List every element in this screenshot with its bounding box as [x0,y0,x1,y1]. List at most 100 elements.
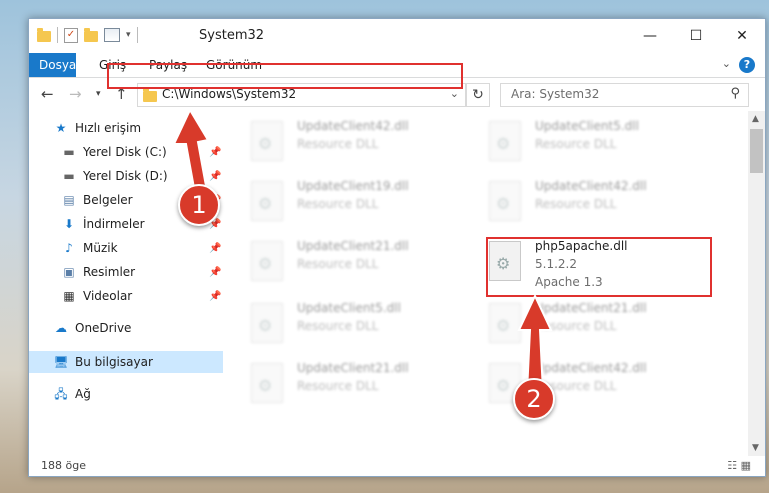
sidebar-item-quick-access[interactable]: ★ Hızlı erişim [53,117,141,139]
minimize-button[interactable]: — [627,19,673,53]
file-description: Resource DLL [297,379,379,393]
dll-file-icon [251,121,283,161]
cloud-icon: ☁ [55,321,67,335]
sidebar-item-pictures[interactable]: ▣ Resimler [61,261,135,283]
scroll-thumb[interactable] [750,129,763,173]
status-bar: 188 öge ☷ ▦ [29,456,765,476]
callout-badge-1: 1 [178,184,220,226]
drive-icon: ▬ [63,169,75,183]
search-icon: ⚲ [730,86,740,101]
sidebar-item-music[interactable]: ♪ Müzik [61,237,118,259]
quick-access-toolbar: ✓ ▾ [37,27,138,43]
dll-file-icon [251,303,283,343]
scroll-up-icon[interactable]: ▲ [752,114,759,124]
maximize-button[interactable]: ☐ [673,19,719,53]
file-description: Resource DLL [297,137,379,151]
file-item[interactable]: UpdateClient19.dll Resource DLL [251,179,471,229]
sidebar-item-label: Belgeler [83,193,133,207]
file-item[interactable]: UpdateClient42.dll Resource DLL [251,119,471,169]
file-item[interactable]: UpdateClient5.dll Resource DLL [489,119,709,169]
file-description: Resource DLL [297,257,379,271]
documents-icon: ▤ [63,193,75,207]
sidebar-item-label: OneDrive [75,321,132,335]
file-description: Resource DLL [535,137,617,151]
drive-icon: ▬ [63,145,75,159]
scroll-down-icon[interactable]: ▼ [752,443,759,453]
file-name: UpdateClient21.dll [297,239,409,253]
folder-icon [143,88,157,102]
sidebar-item-label: Bu bilgisayar [75,355,153,369]
pin-icon: 📌 [209,267,222,278]
videos-icon: ▦ [63,289,75,303]
tab-file[interactable]: Dosya [29,53,76,77]
vertical-scrollbar[interactable]: ▲ ▼ [748,111,765,456]
view-toggle-icons[interactable]: ☷ ▦ [727,459,751,472]
close-button[interactable]: ✕ [719,19,765,53]
search-input[interactable]: Ara: System32 ⚲ [500,83,749,107]
file-highlight-box [486,237,712,297]
sidebar-item-label: Yerel Disk (D:) [83,169,168,183]
callout-badge-2: 2 [513,378,555,420]
sidebar-item-local-disk-c[interactable]: ▬ Yerel Disk (C:) [61,141,167,163]
file-description: Resource DLL [297,319,379,333]
separator [57,27,58,43]
customize-dropdown-icon[interactable]: ▾ [126,30,131,40]
file-description: Resource DLL [297,197,379,211]
sidebar-item-label: Müzik [83,241,118,255]
dll-file-icon [489,181,521,221]
star-icon: ★ [55,121,67,135]
computer-icon: 🖥 [53,355,69,369]
sidebar-item-documents[interactable]: ▤ Belgeler [61,189,133,211]
file-item[interactable]: UpdateClient42.dll Resource DLL [489,179,709,229]
file-name: UpdateClient42.dll [535,179,647,193]
file-name: UpdateClient19.dll [297,179,409,193]
sidebar-item-videos[interactable]: ▦ Videolar [61,285,132,307]
sidebar-item-label: Videolar [83,289,133,303]
sidebar-item-onedrive[interactable]: ☁ OneDrive [53,317,131,339]
recent-locations-icon[interactable]: ▾ [96,89,101,99]
folder-icon [37,27,51,42]
dll-file-icon [251,363,283,403]
file-item[interactable]: UpdateClient5.dll Resource DLL [251,301,471,351]
pin-icon: 📌 [209,243,222,254]
network-icon: 🖧 [54,387,68,401]
sidebar-item-network[interactable]: 🖧 Ağ [53,383,91,405]
forward-arrow-icon[interactable]: → [69,85,82,103]
expand-ribbon-icon[interactable]: ⌄ [722,57,731,70]
sidebar-item-label: İndirmeler [83,217,145,231]
pin-icon: 📌 [209,291,222,302]
properties-check-icon[interactable]: ✓ [64,27,78,43]
window-controls: — ☐ ✕ [627,19,765,53]
address-highlight-box [107,63,463,89]
file-name: UpdateClient5.dll [535,119,639,133]
address-path[interactable]: C:\Windows\System32 [162,87,296,101]
dll-file-icon [251,181,283,221]
music-icon: ♪ [65,241,73,255]
file-description: Resource DLL [535,197,617,211]
pictures-icon: ▣ [63,265,75,279]
sidebar-item-label: Resimler [83,265,136,279]
title-bar: ✓ ▾ System32 — ☐ ✕ [29,19,765,53]
properties-icon[interactable] [104,28,120,42]
back-arrow-icon[interactable]: ← [41,85,54,103]
sidebar-item-this-pc[interactable]: 🖥 Bu bilgisayar [53,351,153,373]
window-title: System32 [199,28,265,43]
new-folder-icon[interactable] [84,27,98,42]
sidebar-item-downloads[interactable]: ⬇ İndirmeler [61,213,145,235]
separator [136,27,138,43]
sidebar-item-label: Yerel Disk (C:) [83,145,167,159]
sidebar-item-local-disk-d[interactable]: ▬ Yerel Disk (D:) [61,165,168,187]
refresh-button[interactable]: ↻ [466,83,490,107]
help-icon[interactable]: ? [739,57,755,73]
dll-file-icon [251,241,283,281]
file-item[interactable]: UpdateClient21.dll Resource DLL [251,239,471,289]
item-count: 188 öge [41,459,86,472]
dll-file-icon [489,121,521,161]
sidebar-item-label: Hızlı erişim [75,121,142,135]
file-item[interactable]: UpdateClient21.dll Resource DLL [251,361,471,411]
file-name: UpdateClient5.dll [297,301,401,315]
search-placeholder: Ara: System32 [511,87,600,101]
file-name: UpdateClient42.dll [297,119,409,133]
sidebar-item-label: Ağ [75,387,91,401]
download-icon: ⬇ [63,217,75,231]
